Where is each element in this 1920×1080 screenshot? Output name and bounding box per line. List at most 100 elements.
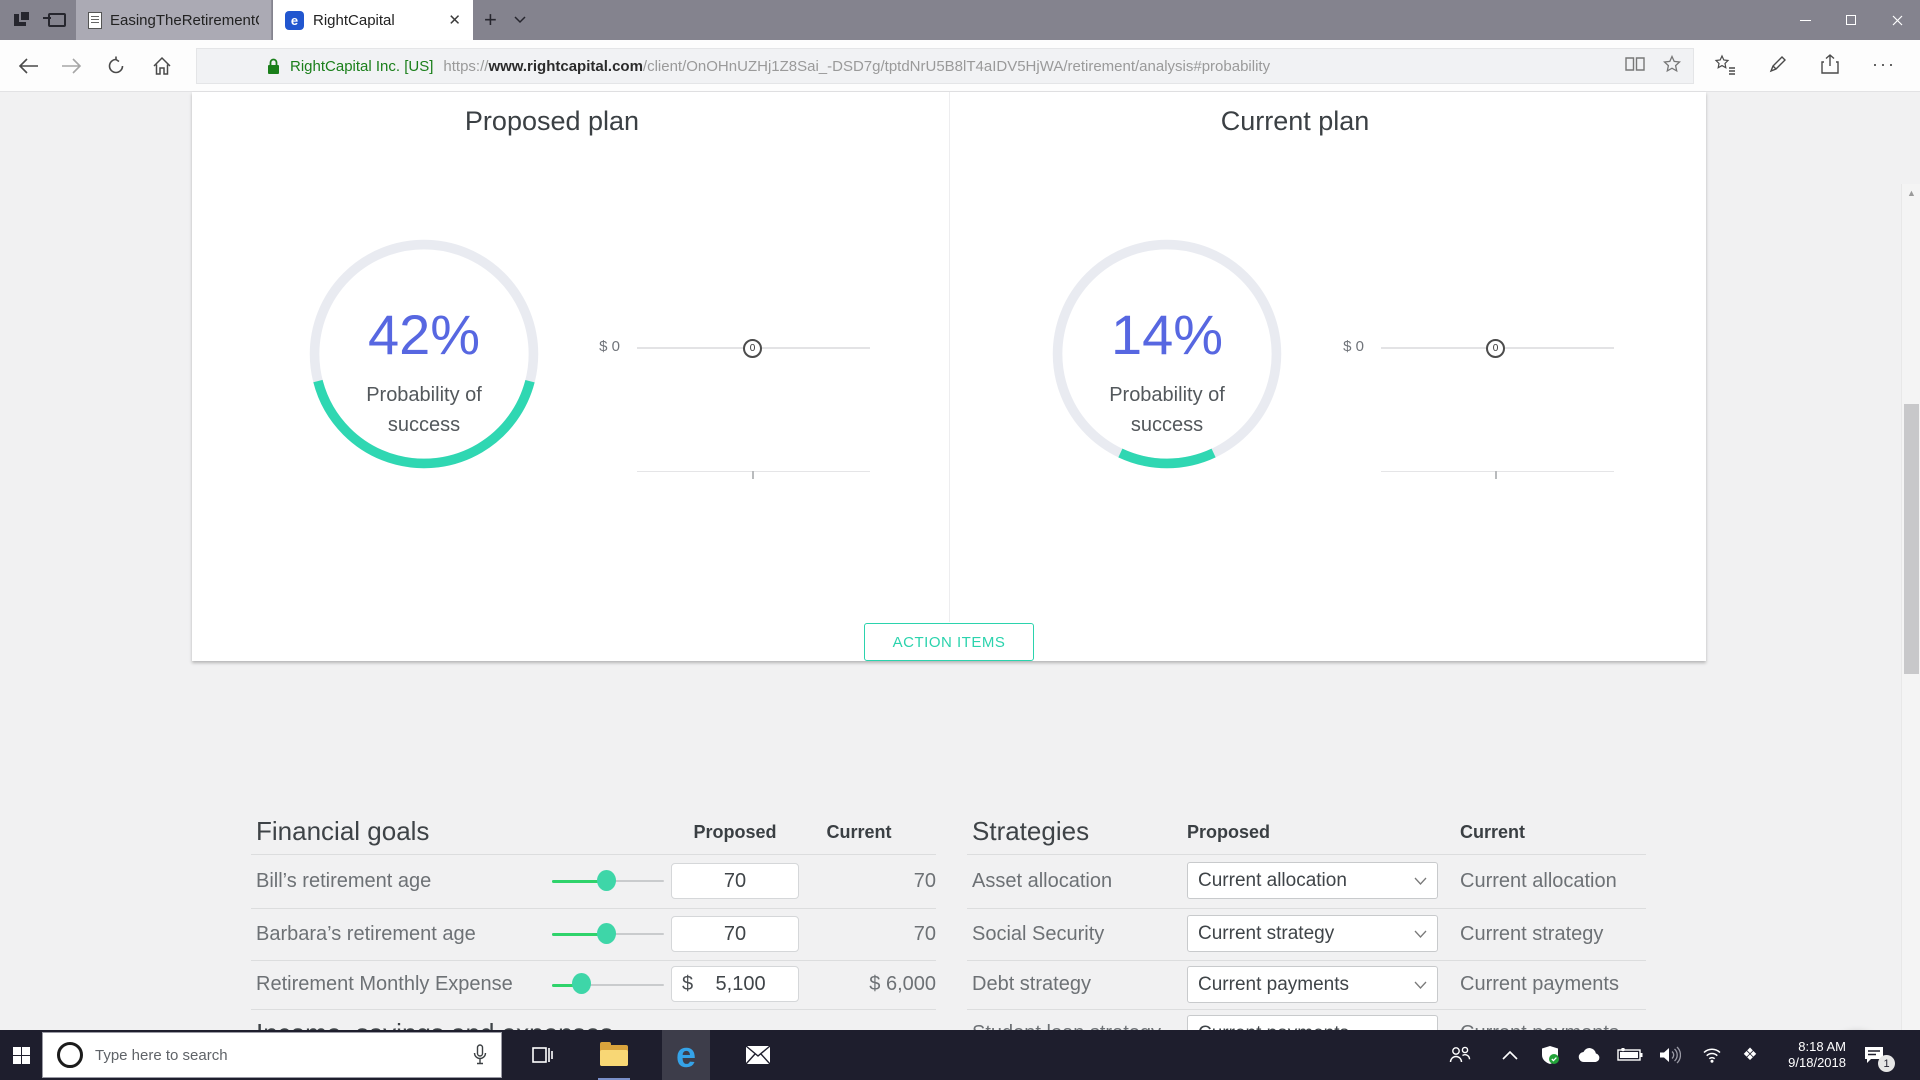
strategy-label: Asset allocation <box>972 869 1113 892</box>
action-center-button[interactable]: 1 <box>1860 1030 1895 1080</box>
tab-close-icon[interactable]: ✕ <box>434 11 461 29</box>
start-button[interactable] <box>0 1030 42 1080</box>
scrollbar-up-icon[interactable]: ▲ <box>1902 184 1920 201</box>
microphone-icon[interactable] <box>473 1044 487 1066</box>
reading-view-icon[interactable] <box>1625 56 1645 77</box>
defender-shield-icon[interactable] <box>1536 1030 1564 1080</box>
chevron-down-icon <box>1414 981 1427 989</box>
browser-nav-bar: RightCapital Inc. [US] https://www.right… <box>0 40 1920 92</box>
new-tab-button[interactable]: + <box>484 0 497 40</box>
goal-label: Barbara’s retirement age <box>256 922 476 945</box>
chevron-down-icon <box>1414 930 1427 938</box>
scrollbar-thumb[interactable] <box>1904 404 1919 674</box>
probability-card: Proposed plan 42% Probability of success… <box>192 92 1706 661</box>
goal-slider-handle[interactable] <box>597 923 616 944</box>
volume-icon[interactable] <box>1656 1030 1684 1080</box>
mail-button[interactable] <box>734 1030 782 1080</box>
rightcapital-favicon-icon: e <box>285 10 304 30</box>
probability-label: success <box>387 414 461 436</box>
share-icon[interactable] <box>1820 54 1840 81</box>
current-value: 70 <box>913 870 936 892</box>
time-text: 8:18 AM <box>1798 1039 1846 1054</box>
certificate-name[interactable]: RightCapital Inc. [US] <box>290 58 433 75</box>
strategy-row: Social Security Current strategy Current… <box>967 908 1646 960</box>
hidden-icons-chevron-icon[interactable] <box>1496 1030 1524 1080</box>
goal-label: Retirement Monthly Expense <box>256 973 513 995</box>
search-input[interactable] <box>95 1046 473 1064</box>
taskbar-clock[interactable]: 8:18 AM 9/18/2018 <box>1768 1030 1846 1080</box>
page-content: Proposed plan 42% Probability of success… <box>0 92 1920 1080</box>
column-header-proposed: Proposed <box>1187 822 1271 842</box>
strategy-select[interactable]: Current allocation <box>1187 862 1438 899</box>
more-options-icon[interactable]: ··· <box>1872 54 1896 81</box>
refresh-icon[interactable] <box>104 54 128 78</box>
proposed-value-input[interactable]: $5,100 <box>671 966 799 1002</box>
browser-toolbar-icons: ··· <box>1714 54 1896 81</box>
address-bar[interactable]: RightCapital Inc. [US] https://www.right… <box>196 48 1694 84</box>
plan-axis-line <box>1381 471 1614 472</box>
task-view-button[interactable] <box>518 1030 566 1080</box>
people-icon[interactable] <box>1446 1030 1474 1080</box>
proposed-probability-value: 42% <box>367 303 481 366</box>
pdf-favicon-icon <box>88 11 102 29</box>
current-probability-value: 14% <box>1110 303 1224 366</box>
strategy-select[interactable]: Current payments <box>1187 966 1438 1003</box>
forward-icon[interactable] <box>60 54 84 78</box>
dropbox-icon[interactable]: ❖ <box>1736 1030 1764 1080</box>
notification-badge: 1 <box>1878 1055 1895 1072</box>
mail-icon <box>745 1045 771 1065</box>
strategy-current: Current payments <box>1460 973 1619 995</box>
plan-slider-handle[interactable]: 0 <box>743 339 762 358</box>
edge-browser-window: EasingTheRetirementCrisisM e RightCapita… <box>0 0 1920 1080</box>
web-note-pen-icon[interactable] <box>1768 54 1788 81</box>
set-aside-tabs-view-icon[interactable] <box>14 10 34 30</box>
hub-favorites-icon[interactable] <box>1714 54 1736 81</box>
onedrive-cloud-icon[interactable] <box>1576 1030 1604 1080</box>
strategy-row: Asset allocation Current allocation Curr… <box>967 854 1646 908</box>
taskbar-search[interactable] <box>42 1032 502 1078</box>
url-text[interactable]: https://www.rightcapital.com/client/OnOH… <box>443 58 1270 75</box>
favorite-star-icon[interactable] <box>1663 54 1681 78</box>
file-explorer-button[interactable] <box>590 1030 638 1080</box>
goal-slider-handle[interactable] <box>597 870 616 891</box>
back-icon[interactable] <box>16 54 40 78</box>
home-icon[interactable] <box>150 54 174 78</box>
minimize-button[interactable] <box>1782 0 1828 40</box>
plan-axis-tick <box>752 471 754 479</box>
goal-slider-handle[interactable] <box>572 973 591 994</box>
slider-min-label: $ 0 <box>1343 338 1364 355</box>
battery-icon[interactable] <box>1616 1030 1644 1080</box>
edge-taskbar-button[interactable]: e <box>662 1030 710 1080</box>
tab-rightcapital[interactable]: e RightCapital ✕ <box>273 0 473 40</box>
strategy-current: Current allocation <box>1460 870 1617 892</box>
column-header-current: Current <box>1460 822 1526 842</box>
browser-title-bar: EasingTheRetirementCrisisM e RightCapita… <box>0 0 1920 40</box>
task-view-icon <box>532 1047 553 1063</box>
tab-preview-chevron-icon[interactable] <box>514 0 526 40</box>
page-scrollbar[interactable]: ▲ ▼ <box>1901 184 1920 1080</box>
proposed-value-input[interactable]: 70 <box>671 863 799 899</box>
goal-row: Barbara’s retirement age 70 70 <box>251 908 936 960</box>
close-button[interactable] <box>1874 0 1920 40</box>
probability-label: Probability of <box>1109 384 1225 406</box>
date-text: 9/18/2018 <box>1788 1055 1846 1070</box>
maximize-button[interactable] <box>1828 0 1874 40</box>
tab-title: EasingTheRetirementCrisisM <box>110 11 259 29</box>
strategy-select[interactable]: Current strategy <box>1187 915 1438 952</box>
chevron-down-icon <box>1414 877 1427 885</box>
wifi-icon[interactable] <box>1698 1030 1726 1080</box>
tab-title: RightCapital <box>313 11 395 29</box>
set-tabs-aside-icon[interactable] <box>43 10 68 30</box>
plan-slider-handle[interactable]: 0 <box>1486 339 1505 358</box>
strategy-current: Current strategy <box>1460 923 1604 945</box>
proposed-value-input[interactable]: 70 <box>671 916 799 952</box>
action-items-button[interactable]: ACTION ITEMS <box>864 623 1034 661</box>
edge-icon: e <box>675 1034 697 1075</box>
goal-row: Retirement Monthly Expense $5,100 $ 6,00… <box>251 960 936 1009</box>
windows-taskbar: e ❖ 8:18 AM 9/18/2018 <box>0 1030 1920 1080</box>
tab-pdf[interactable]: EasingTheRetirementCrisisM <box>76 0 272 40</box>
goal-row: Bill’s retirement age 70 70 <box>251 854 936 908</box>
proposed-plan-title: Proposed plan <box>464 106 640 136</box>
plan-axis-tick <box>1495 471 1497 479</box>
probability-label: success <box>1130 414 1204 436</box>
